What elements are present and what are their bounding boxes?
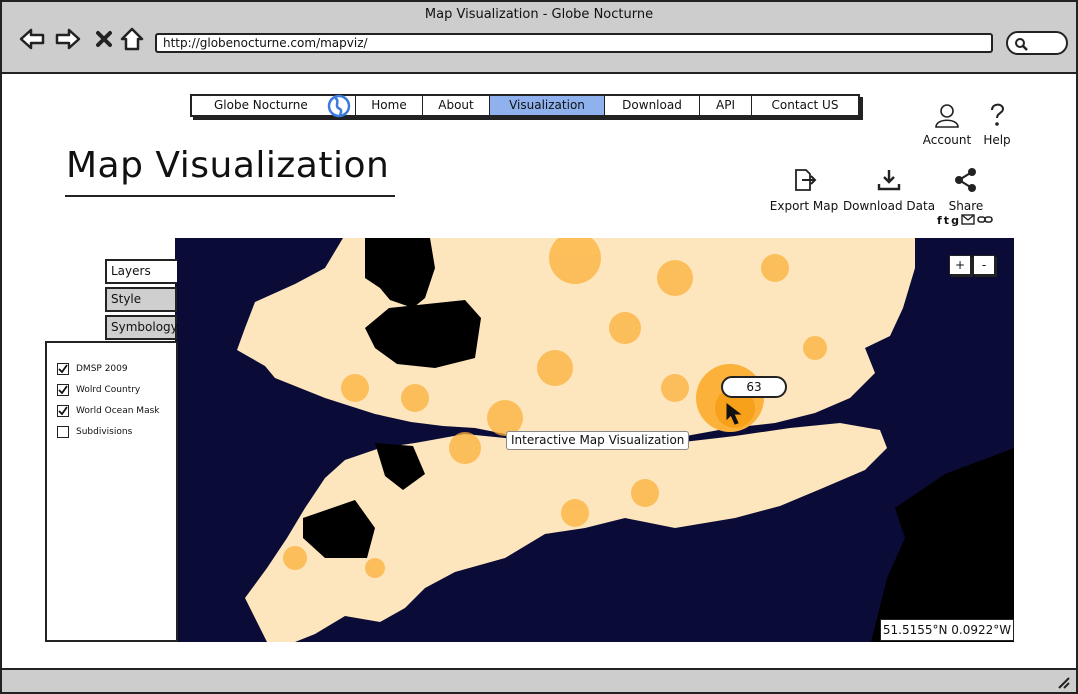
back-button[interactable] [18, 26, 46, 52]
tab-style[interactable]: Style [105, 287, 177, 312]
layer-checkbox[interactable] [57, 363, 69, 375]
value-callout: 63 [721, 376, 787, 398]
layer-row-subdivisions[interactable]: Subdivisions [57, 426, 132, 438]
check-icon [58, 385, 68, 395]
forward-button[interactable] [54, 26, 82, 52]
export-icon [795, 169, 817, 191]
menu-item-visualization[interactable]: Visualization [490, 96, 605, 115]
layer-row-world-country[interactable]: Wolrd Country [57, 384, 140, 396]
user-icon [935, 104, 959, 128]
menu-item-api[interactable]: API [700, 96, 752, 115]
zoom-in-button[interactable]: + [949, 255, 971, 275]
link-icon[interactable] [977, 214, 993, 225]
map-caption: Interactive Map Visualization [506, 431, 690, 450]
arrow-right-icon [55, 28, 81, 50]
twitter-icon[interactable]: t [944, 214, 949, 227]
menu-item-about[interactable]: About [423, 96, 490, 115]
question-icon [991, 103, 1005, 126]
check-icon [58, 406, 68, 416]
export-map-button[interactable]: Export Map [768, 167, 840, 213]
share-button[interactable]: Share [944, 167, 988, 213]
address-bar[interactable]: http://globenocturne.com/mapviz/ [155, 33, 993, 53]
download-data-button[interactable]: Download Data [842, 167, 936, 213]
layer-checkbox[interactable] [57, 426, 69, 438]
cursor-icon [726, 402, 742, 425]
tab-symbology[interactable]: Symbology [105, 315, 178, 340]
home-button[interactable] [118, 26, 146, 52]
title-underline [65, 195, 395, 197]
menu-item-home[interactable]: Home [356, 96, 423, 115]
layer-checkbox[interactable] [57, 384, 69, 396]
layer-row-dmsp[interactable]: DMSP 2009 [57, 363, 128, 375]
resize-grip-icon[interactable] [1056, 675, 1070, 689]
zoom-out-button[interactable]: - [973, 255, 995, 275]
coordinate-readout: 51.5155°N 0.0922°W [880, 619, 1014, 641]
status-bar [2, 668, 1076, 692]
help-button[interactable]: Help [980, 102, 1014, 147]
menu-item-contact[interactable]: Contact US [752, 96, 858, 115]
check-icon [58, 364, 68, 374]
arrow-left-icon [19, 28, 45, 50]
social-links: f t g [937, 214, 993, 227]
browser-window: Map Visualization - Globe Nocturne http:… [0, 0, 1078, 694]
zoom-controls: + - [949, 255, 995, 275]
close-icon [96, 31, 112, 47]
layers-panel: DMSP 2009 Wolrd Country World Ocean Mask… [45, 341, 178, 642]
mail-icon[interactable] [961, 214, 975, 225]
window-title: Map Visualization - Globe Nocturne [424, 7, 654, 22]
download-icon [877, 170, 901, 191]
page-title: Map Visualization [66, 145, 390, 186]
account-button[interactable]: Account [920, 102, 974, 147]
share-icon [955, 168, 976, 192]
stop-button[interactable] [90, 26, 118, 52]
layer-row-ocean-mask[interactable]: World Ocean Mask [57, 405, 159, 417]
globe-logo-icon [327, 94, 351, 118]
browser-search[interactable] [1006, 31, 1068, 55]
google-icon[interactable]: g [951, 214, 959, 227]
main-menu: Globe Nocturne Home About Visualization … [190, 94, 860, 118]
browser-chrome: Map Visualization - Globe Nocturne http:… [2, 2, 1076, 74]
facebook-icon[interactable]: f [937, 214, 942, 227]
dark-area-5 [871, 448, 1014, 642]
home-icon [120, 27, 144, 51]
layer-checkbox[interactable] [57, 405, 69, 417]
search-icon [1015, 38, 1028, 51]
menu-item-globe-nocturne[interactable]: Globe Nocturne [192, 94, 356, 118]
tab-layers[interactable]: Layers [105, 259, 177, 284]
menu-item-download[interactable]: Download [605, 96, 700, 115]
